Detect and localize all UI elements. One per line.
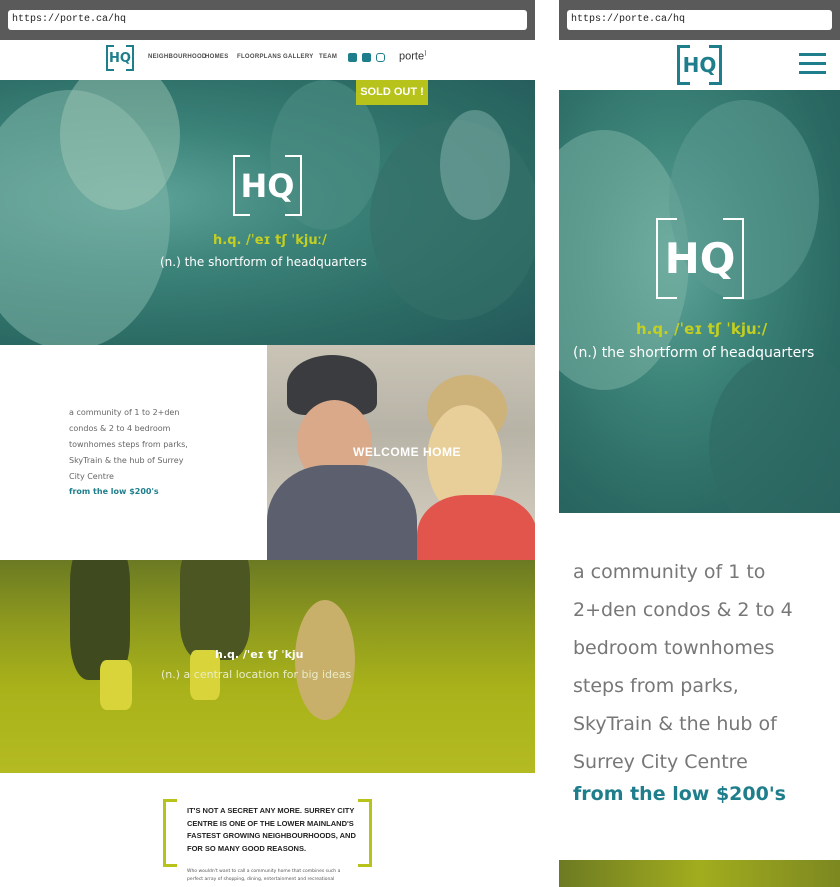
instagram-icon[interactable] — [376, 53, 385, 62]
photo-shirt-man — [267, 465, 417, 560]
mobile-next-section-peek — [559, 860, 840, 887]
facebook-icon[interactable] — [362, 53, 371, 62]
hero-hq-logo: HQ — [233, 155, 302, 216]
mobile-browser-frame: https://porte.ca/hq HQ HQ h.q. /ˈeɪ tʃ ˈ… — [559, 0, 840, 887]
hq-logo[interactable]: HQ — [106, 45, 135, 71]
hamburger-menu-icon[interactable] — [799, 53, 826, 75]
sold-out-badge: SOLD OUT ! — [356, 80, 428, 105]
mobile-hero: HQ h.q. /ˈeɪ tʃ ˈkjuː/ (n.) the shortfor… — [559, 90, 840, 513]
hero-pronunciation: h.q. /ˈeɪ tʃ ˈkjuː/ — [636, 320, 768, 338]
photo-dog — [295, 600, 355, 720]
desktop-browser-chrome: https://porte.ca/hq — [0, 0, 535, 40]
welcome-home-label: WELCOME HOME — [353, 445, 461, 459]
dog-definition: (n.) a central location for big ideas — [161, 668, 352, 681]
mobile-browser-chrome: https://porte.ca/hq — [559, 0, 840, 40]
desktop-hero: SOLD OUT ! HQ h.q. /ˈeɪ tʃ ˈkjuː/ (n.) t… — [0, 80, 535, 345]
dog-pronunciation: h.q. /ˈeɪ tʃ ˈkju — [215, 648, 304, 661]
desktop-url-bar[interactable]: https://porte.ca/hq — [8, 10, 527, 30]
hero-definition: (n.) the shortform of headquarters — [573, 345, 815, 361]
intro-price: from the low $200's — [69, 487, 159, 496]
hq-logo[interactable]: HQ — [677, 45, 723, 85]
hero-hq-logo: HQ — [656, 218, 744, 299]
desktop-navbar: HQ NEIGHBOURHOOD HOMES FLOORPLANS GALLER… — [0, 40, 535, 80]
quote-headline: It's not a secret any more. Surrey City … — [187, 806, 356, 853]
nav-item-neighbourhood[interactable]: NEIGHBOURHOOD — [148, 54, 207, 60]
photo-shirt-woman — [417, 495, 535, 560]
mobile-url-bar[interactable]: https://porte.ca/hq — [567, 10, 832, 30]
hero-definition: (n.) the shortform of headquarters — [160, 255, 367, 269]
mobile-navbar: HQ — [559, 40, 840, 90]
desktop-browser-frame: https://porte.ca/hq HQ NEIGHBOURHOOD HOM… — [0, 0, 535, 887]
nav-item-floorplans[interactable]: FLOORPLANS — [237, 54, 281, 60]
desktop-quote-section: It's not a secret any more. Surrey City … — [0, 773, 535, 887]
quote-bracket-left — [163, 799, 177, 867]
mobile-intro-section: a community of 1 to 2+den condos & 2 to … — [559, 513, 840, 860]
nav-item-team[interactable]: TEAM — [319, 54, 337, 60]
photo-leg — [180, 560, 250, 660]
hero-pronunciation: h.q. /ˈeɪ tʃ ˈkjuː/ — [213, 233, 327, 248]
comparison-canvas: https://porte.ca/hq HQ NEIGHBOURHOOD HOM… — [0, 0, 840, 887]
desktop-dog-section: h.q. /ˈeɪ tʃ ˈkju (n.) a central locatio… — [0, 560, 535, 773]
hero-photo-shoulder — [709, 350, 840, 513]
nav-item-gallery[interactable]: GALLERY — [283, 54, 314, 60]
intro-price: from the low $200's — [573, 783, 786, 805]
intro-description: a community of 1 to 2+den condos & 2 to … — [69, 408, 188, 481]
twitter-icon[interactable] — [348, 53, 357, 62]
hero-photo-glasses — [440, 110, 510, 220]
quote-body: Who wouldn't want to call a community ho… — [187, 869, 341, 882]
desktop-intro-section: a community of 1 to 2+den condos & 2 to … — [0, 345, 535, 560]
photo-boot — [100, 660, 132, 710]
nav-item-homes[interactable]: HOMES — [205, 54, 229, 60]
intro-description: a community of 1 to 2+den condos & 2 to … — [573, 561, 793, 773]
porte-brand-logo[interactable]: porte⌉ — [399, 50, 426, 63]
